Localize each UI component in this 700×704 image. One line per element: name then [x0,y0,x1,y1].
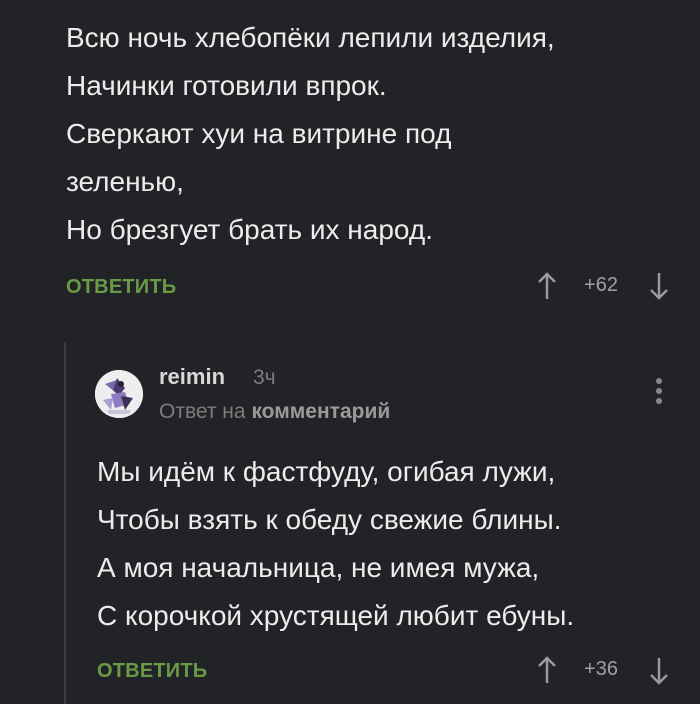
avatar[interactable] [95,370,143,418]
comment-line: Чтобы взять к обеду свежие блины. [97,504,562,535]
reply-button[interactable]: ОТВЕТИТЬ [66,276,176,299]
reply-comment-actions: ОТВЕТИТЬ +36 [0,652,700,692]
arrow-down-icon[interactable] [643,652,675,692]
reply-to-prefix: Ответ на [159,400,246,423]
arrow-down-icon[interactable] [643,266,675,306]
reply-to-link[interactable]: комментарий [251,400,390,423]
comment-line: Начинки готовили впрок. [66,70,387,101]
comment-line: Мы идём к фастфуду, огибая лужи, [97,456,556,487]
comment-line: зеленью, [66,166,184,197]
comment-line: Сверкают хуи на витрине под [66,118,452,149]
comment-line: Всю ночь хлебопёки лепили изделия, [66,22,555,53]
more-vertical-icon[interactable] [648,374,670,414]
arrow-up-icon[interactable] [531,652,563,692]
arrow-up-icon[interactable] [531,266,563,306]
parent-comment-text: Всю ночь хлебопёки лепили изделия, Начин… [66,14,686,254]
reply-button[interactable]: ОТВЕТИТЬ [97,660,207,683]
parent-comment-actions: ОТВЕТИТЬ +62 [0,266,700,306]
reply-comment-text: Мы идём к фастфуду, огибая лужи, Чтобы в… [97,448,687,640]
comment-line: А моя начальница, не имея мужа, [97,552,540,583]
rating-value: +36 [584,658,618,680]
username[interactable]: reimin [159,364,225,390]
comment-line: Но брезгует брать их народ. [66,214,433,245]
rating-value: +62 [584,274,618,296]
thread-line [64,342,66,704]
comment-time: 3ч [253,366,276,389]
comment-line: С корочкой хрустящей любит ебуны. [97,600,575,631]
reply-to-info: Ответ на комментарий [159,400,390,424]
